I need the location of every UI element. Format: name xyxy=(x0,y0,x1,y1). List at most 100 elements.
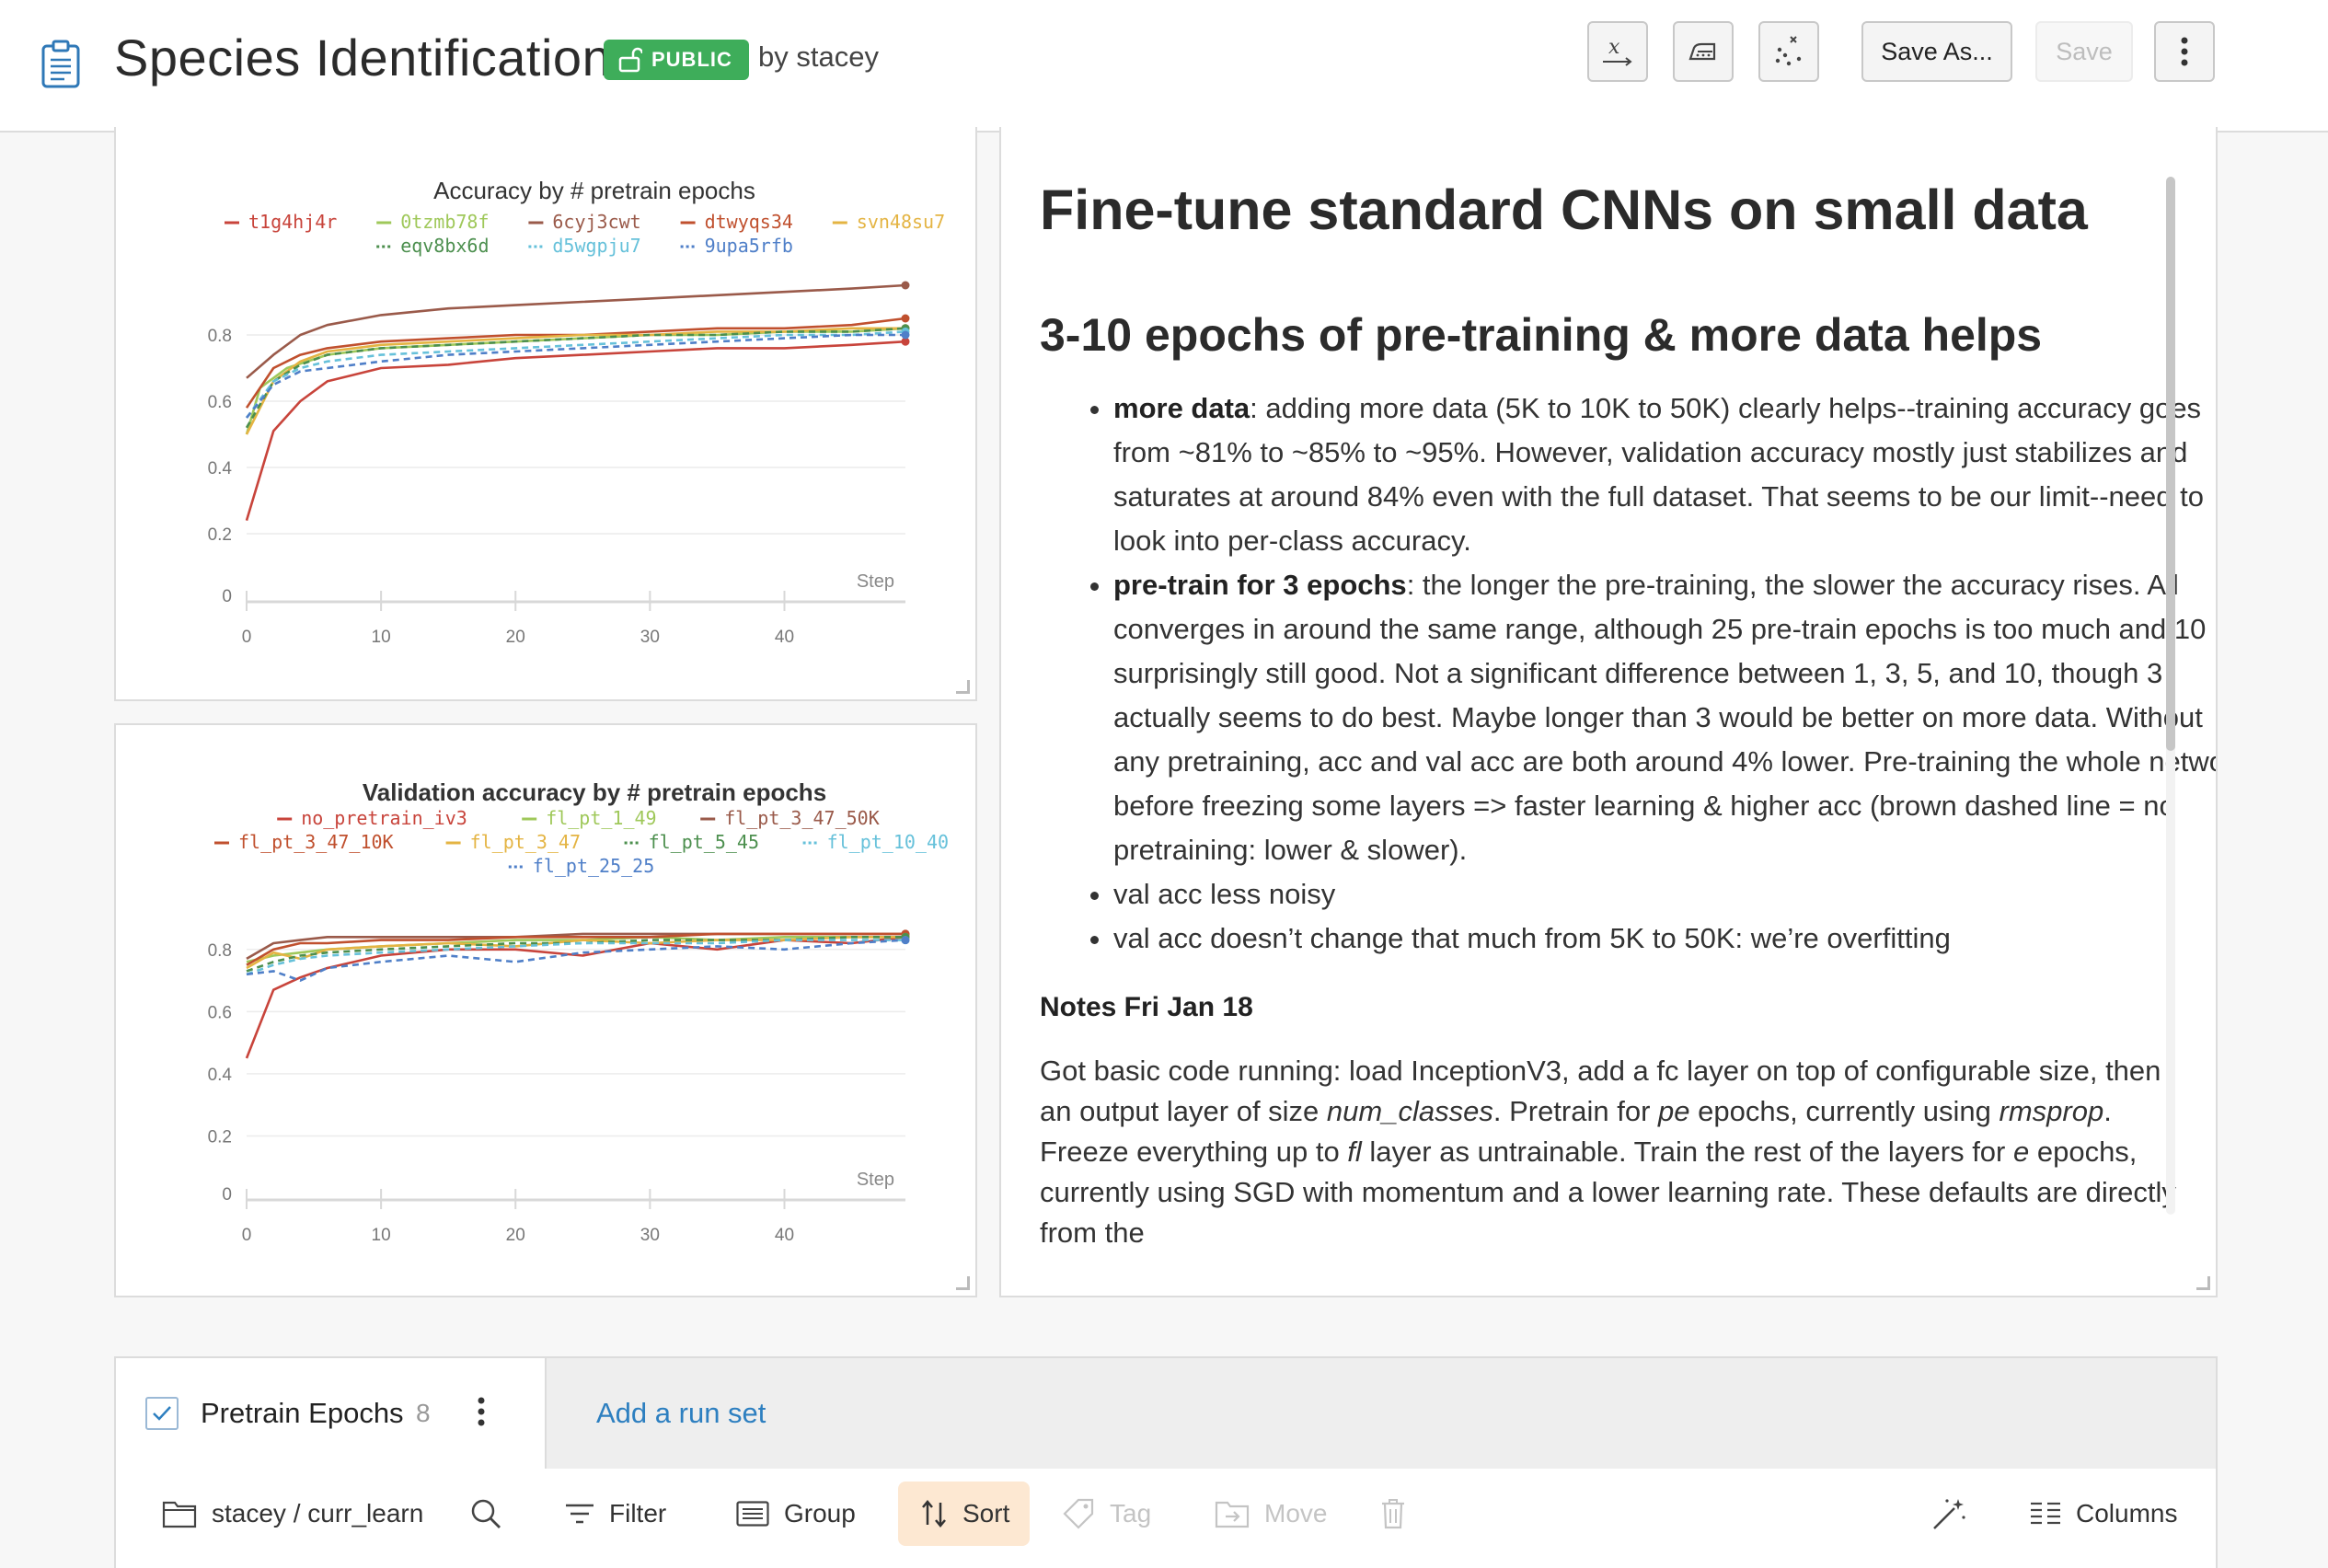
group-button[interactable]: Group xyxy=(736,1482,856,1546)
y-tick-label: 0.2 xyxy=(208,1127,232,1147)
para-italic: e xyxy=(2012,1136,2030,1168)
legend-label[interactable]: dtwyqs34 xyxy=(705,211,793,233)
move-label: Move xyxy=(1264,1499,1328,1528)
legend-label[interactable]: eqv8bx6d xyxy=(400,235,489,257)
chart-panel-validation-accuracy[interactable]: Validation accuracy by # pretrain epochs… xyxy=(114,723,977,1297)
sort-icon xyxy=(922,1500,946,1528)
line-chart-validation-accuracy: Validation accuracy by # pretrain epochs… xyxy=(208,778,949,1245)
runset-tab-pretrain-epochs[interactable]: Pretrain Epochs 8 xyxy=(116,1358,547,1470)
list-item: val acc doesn’t change that much from 5K… xyxy=(1113,917,2216,961)
legend-label[interactable]: fl_pt_3_47 xyxy=(470,831,581,853)
bullet-bold: more data xyxy=(1113,392,1250,424)
tag-button[interactable]: Tag xyxy=(1062,1482,1151,1546)
visibility-badge[interactable]: PUBLIC xyxy=(604,40,749,80)
markdown-scrollbar-thumb[interactable] xyxy=(2166,177,2175,751)
y-tick-label: 0.4 xyxy=(208,459,233,478)
bullet-text: val acc less noisy xyxy=(1113,878,1336,910)
magic-wand-button[interactable] xyxy=(1930,1482,1967,1546)
series-line[interactable] xyxy=(245,340,906,521)
search-button[interactable] xyxy=(469,1482,502,1546)
legend-label[interactable]: t1g4hj4r xyxy=(248,211,337,233)
markdown-panel[interactable]: Fine-tune standard CNNs on small data 3-… xyxy=(999,127,2218,1297)
markdown-heading-1: Fine-tune standard CNNs on small data xyxy=(1040,179,2088,241)
add-run-set-link[interactable]: Add a run set xyxy=(596,1397,766,1430)
resize-handle[interactable] xyxy=(956,1276,970,1290)
runset-count: 8 xyxy=(416,1399,431,1427)
y-tick-label: 0 xyxy=(222,587,232,606)
save-as-button[interactable]: Save As... xyxy=(1861,21,2012,82)
legend-label[interactable]: 9upa5rfb xyxy=(705,235,793,257)
markdown-content: Fine-tune standard CNNs on small data 3-… xyxy=(1040,173,2216,1253)
delete-button[interactable] xyxy=(1380,1482,1406,1546)
folder-icon xyxy=(162,1501,197,1528)
more-options-button[interactable] xyxy=(2154,21,2215,82)
resize-handle[interactable] xyxy=(956,680,970,694)
clipboard-icon xyxy=(41,40,80,88)
series-line[interactable] xyxy=(246,939,905,976)
series-end-point xyxy=(901,936,910,945)
chart-panel-training-accuracy[interactable]: Accuracy by # pretrain epochs t1g4hj4r 0tz… xyxy=(114,127,977,701)
para-italic: pe xyxy=(1658,1095,1690,1127)
save-button[interactable]: Save xyxy=(2035,21,2133,82)
columns-button[interactable]: Columns xyxy=(2030,1482,2177,1546)
resize-handle[interactable] xyxy=(2196,1276,2210,1290)
x-tick-label: 40 xyxy=(775,628,794,647)
series-end-point xyxy=(901,281,910,290)
y-tick-label: 0.4 xyxy=(208,1066,233,1085)
style-button[interactable] xyxy=(1673,21,1734,82)
math-symbol-icon: x xyxy=(1603,36,1632,66)
legend-label[interactable]: no_pretrain_iv3 xyxy=(301,807,467,829)
x-tick-label: 10 xyxy=(372,1226,391,1245)
chart-title: Accuracy by # pretrain epochs xyxy=(433,177,755,204)
series-line[interactable] xyxy=(245,330,906,419)
legend-label[interactable]: svn48su7 xyxy=(857,211,945,233)
chart-title: Validation accuracy by # pretrain epochs xyxy=(363,778,826,806)
legend-label[interactable]: fl_pt_5_45 xyxy=(649,831,759,853)
bullet-text: val acc doesn’t change that much from 5K… xyxy=(1113,922,1951,954)
x-tick-label: 10 xyxy=(372,628,391,647)
group-label: Group xyxy=(784,1499,856,1528)
x-tick-label: 20 xyxy=(506,628,525,647)
legend-label[interactable]: fl_pt_1_49 xyxy=(546,807,656,829)
series-line[interactable] xyxy=(245,327,905,435)
project-selector[interactable]: stacey / curr_learn xyxy=(162,1482,423,1546)
para-italic: fl xyxy=(1347,1136,1362,1168)
iron-icon xyxy=(1688,42,1716,61)
x-axis-label: Step xyxy=(857,1170,894,1190)
runset-menu-icon[interactable] xyxy=(477,1395,486,1428)
sort-button[interactable]: Sort xyxy=(898,1482,1031,1546)
series-end-point xyxy=(901,314,910,323)
move-button[interactable]: Move xyxy=(1215,1482,1327,1546)
legend-label[interactable]: 0tzmb78f xyxy=(400,211,489,233)
legend-label[interactable]: fl_pt_10_40 xyxy=(827,831,949,853)
search-icon xyxy=(471,1499,501,1528)
y-tick-label: 0 xyxy=(222,1185,232,1205)
columns-label: Columns xyxy=(2076,1499,2178,1528)
y-tick-label: 0.8 xyxy=(208,941,232,961)
clear-panels-button[interactable] xyxy=(1758,21,1819,82)
y-tick-label: 0.2 xyxy=(208,525,232,545)
visibility-label: PUBLIC xyxy=(651,48,732,71)
series-line[interactable] xyxy=(246,939,906,982)
scatter-plot-icon xyxy=(1775,36,1802,66)
page-title[interactable]: Species Identification xyxy=(114,28,611,87)
runset-checkbox[interactable] xyxy=(145,1397,179,1430)
x-tick-label: 0 xyxy=(242,628,252,647)
legend-label[interactable]: fl_pt_3_47_50K xyxy=(724,807,880,829)
x-tick-label: 0 xyxy=(242,1226,252,1245)
legend-label[interactable]: fl_pt_25_25 xyxy=(533,855,654,877)
x-axis-label: Step xyxy=(857,571,894,592)
legend-label[interactable]: 6cyj3cwt xyxy=(552,211,640,233)
notes-heading: Notes Fri Jan 18 xyxy=(1040,992,1253,1022)
legend-label[interactable]: d5wgpju7 xyxy=(552,235,640,257)
tag-label: Tag xyxy=(1110,1499,1152,1528)
columns-icon xyxy=(2031,1502,2060,1525)
legend-label[interactable]: fl_pt_3_47_10K xyxy=(238,831,394,853)
list-item: more data: adding more data (5K to 10K t… xyxy=(1113,386,2216,563)
x-tick-label: 40 xyxy=(775,1226,794,1245)
series-line[interactable] xyxy=(245,327,906,435)
insert-latex-button[interactable]: x xyxy=(1587,21,1648,82)
filter-button[interactable]: Filter xyxy=(565,1482,666,1546)
unlock-icon xyxy=(618,47,642,73)
author-byline: by stacey xyxy=(758,40,879,73)
